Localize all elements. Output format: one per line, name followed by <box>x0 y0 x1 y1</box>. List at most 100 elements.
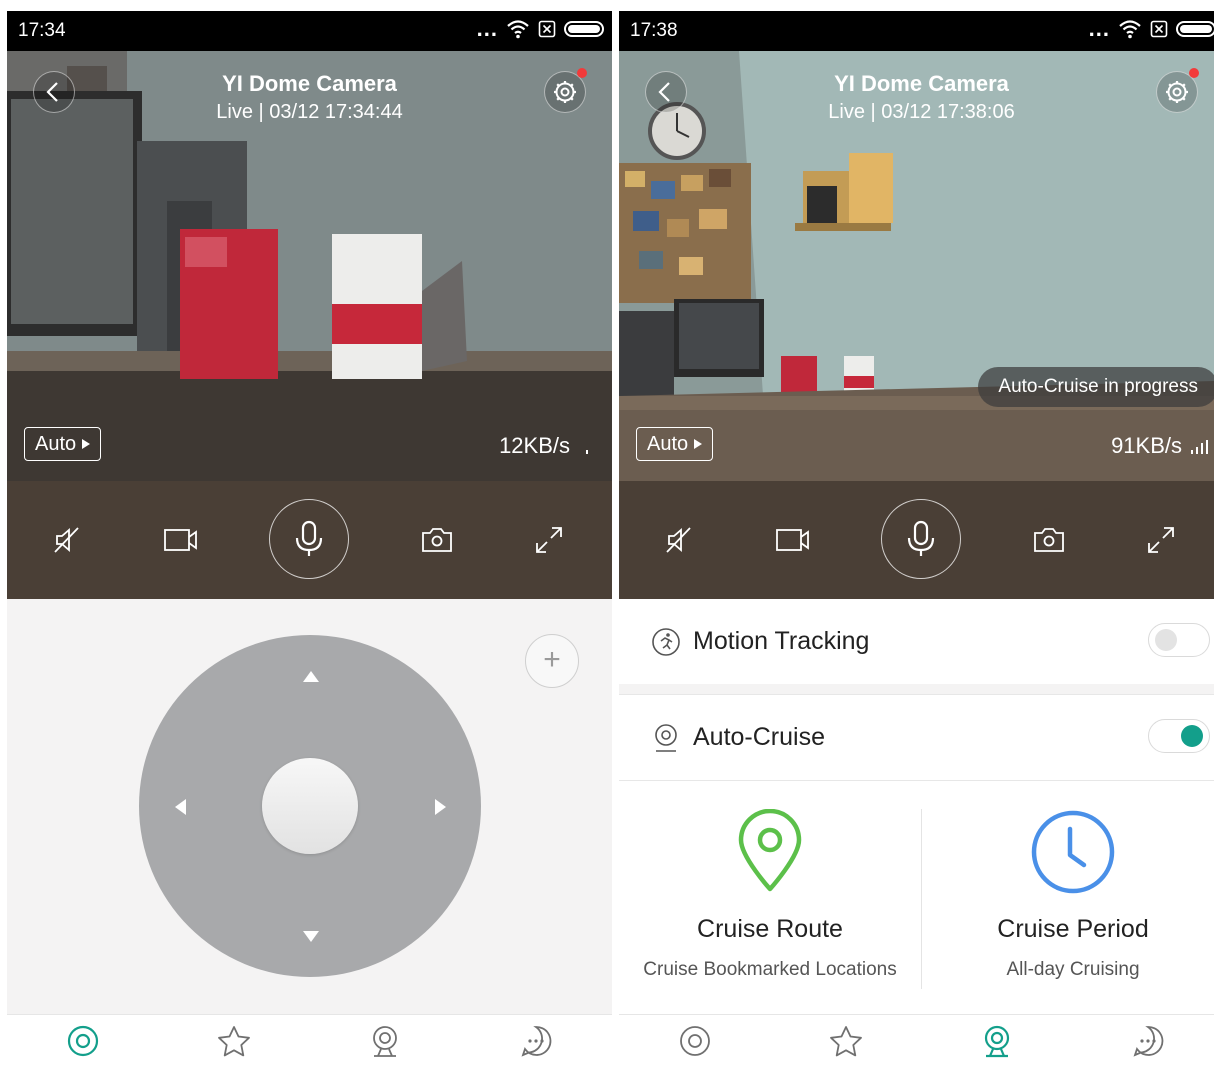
direction-pad-center[interactable] <box>262 758 358 854</box>
live-video[interactable]: YI Dome Camera Live | 03/12 17:38:06 Aut… <box>619 51 1214 481</box>
settings-button[interactable] <box>544 68 587 113</box>
video-camera-icon <box>164 529 197 551</box>
phone-screen-cruise: 17:38 ... YI Dome Camera Live | 03/12 17… <box>619 11 1214 1066</box>
gear-icon <box>1166 81 1188 103</box>
control-bar <box>619 481 1214 599</box>
status-bar: 17:38 ... <box>619 11 1214 51</box>
gear-icon <box>554 81 576 103</box>
webcam-icon <box>984 1025 1009 1058</box>
control-bar <box>7 481 612 599</box>
mute-button[interactable] <box>649 481 709 599</box>
more-dots-icon: ... <box>476 16 498 41</box>
tab-favorites[interactable] <box>770 1015 921 1066</box>
speaker-muted-icon <box>54 527 79 553</box>
mute-button[interactable] <box>37 481 97 599</box>
talk-button[interactable] <box>881 499 961 579</box>
toggle-knob <box>1181 725 1203 747</box>
sim-off-icon <box>538 20 556 38</box>
bitrate-speed: 91KB/s <box>1111 433 1182 458</box>
pan-right-icon[interactable] <box>435 799 446 815</box>
camera-icon <box>422 528 452 552</box>
live-video[interactable]: YI Dome Camera Live | 03/12 17:34:44 Aut… <box>7 51 612 481</box>
play-triangle-icon <box>694 439 703 449</box>
webcam-icon <box>655 724 677 752</box>
auto-cruise-label: Auto-Cruise <box>693 723 825 751</box>
speaker-muted-icon <box>666 527 691 553</box>
bitrate-speed: 12KB/s <box>499 433 570 458</box>
live-timestamp: Live | 03/12 17:38:06 <box>828 101 1015 123</box>
cruise-route-card[interactable]: Cruise Route Cruise Bookmarked Locations <box>619 781 921 1014</box>
cruise-settings: Cruise Route Cruise Bookmarked Locations… <box>619 781 1214 1014</box>
cruise-route-subtitle: Cruise Bookmarked Locations <box>643 959 897 980</box>
cruise-period-card[interactable]: Cruise Period All-day Cruising <box>922 781 1214 1014</box>
talk-button[interactable] <box>269 499 349 579</box>
pan-up-icon[interactable] <box>303 671 319 682</box>
location-pin-icon <box>738 809 802 892</box>
auto-cruise-toggle[interactable] <box>1148 719 1210 753</box>
more-dots-icon: ... <box>1088 16 1110 41</box>
wifi-icon <box>507 20 529 39</box>
play-triangle-icon <box>82 439 91 449</box>
signal-icon <box>1191 440 1208 454</box>
target-icon <box>679 1026 710 1056</box>
cruise-route-title: Cruise Route <box>697 915 843 943</box>
clock-icon <box>1031 810 1115 894</box>
chevron-left-icon <box>46 82 58 102</box>
chat-bubble-icon <box>521 1026 551 1057</box>
bottom-tab-bar <box>619 1014 1214 1066</box>
star-icon <box>829 1026 862 1057</box>
pan-down-icon[interactable] <box>303 931 319 942</box>
chat-bubble-icon <box>1133 1026 1163 1057</box>
quality-auto-button[interactable]: Auto <box>636 427 714 461</box>
motion-tracking-toggle[interactable] <box>1148 623 1210 657</box>
ptz-panel: + <box>7 599 612 1014</box>
target-icon <box>67 1025 98 1057</box>
tab-live-view[interactable] <box>619 1015 770 1066</box>
tab-messages[interactable] <box>460 1015 611 1066</box>
fullscreen-button[interactable] <box>1131 481 1191 599</box>
record-button[interactable] <box>151 481 211 599</box>
quality-label: Auto <box>647 433 689 455</box>
quality-auto-button[interactable]: Auto <box>24 427 102 461</box>
status-icons: ... <box>476 16 604 41</box>
video-camera-icon <box>776 529 809 551</box>
camera-title: YI Dome Camera <box>222 71 397 96</box>
snapshot-button[interactable] <box>407 481 467 599</box>
webcam-icon <box>372 1026 397 1057</box>
bottom-tab-bar <box>7 1014 612 1066</box>
status-bar: 17:34 ... <box>7 11 612 51</box>
back-button[interactable] <box>645 71 687 113</box>
tab-live-view[interactable] <box>7 1015 158 1066</box>
status-icons: ... <box>1088 16 1214 41</box>
wifi-icon <box>1119 20 1141 39</box>
tab-messages[interactable] <box>1072 1015 1214 1066</box>
tab-cruise[interactable] <box>309 1015 460 1066</box>
camera-icon <box>1034 528 1064 552</box>
notification-dot <box>577 68 587 78</box>
pan-left-icon[interactable] <box>175 799 186 815</box>
star-icon <box>217 1026 250 1057</box>
settings-button[interactable] <box>1156 68 1199 113</box>
fullscreen-button[interactable] <box>519 481 579 599</box>
camera-title: YI Dome Camera <box>834 71 1009 96</box>
status-time: 17:38 <box>630 20 678 41</box>
notification-dot <box>1189 68 1199 78</box>
battery-icon <box>564 21 604 37</box>
back-button[interactable] <box>33 71 75 113</box>
chevron-left-icon <box>658 82 670 102</box>
quality-label: Auto <box>35 433 77 455</box>
auto-cruise-row: Auto-Cruise <box>619 695 1214 780</box>
microphone-icon <box>295 520 323 556</box>
expand-icon <box>1148 527 1174 553</box>
plus-icon: + <box>543 643 561 676</box>
motion-tracking-label: Motion Tracking <box>693 627 870 655</box>
phone-screen-ptz: 17:34 ... YI Dome Camera Live | 03/12 17… <box>7 11 612 1066</box>
add-bookmark-button[interactable]: + <box>525 634 579 688</box>
direction-pad[interactable] <box>139 635 481 977</box>
toggle-knob <box>1155 629 1177 651</box>
battery-icon <box>1176 21 1214 37</box>
snapshot-button[interactable] <box>1019 481 1079 599</box>
record-button[interactable] <box>763 481 823 599</box>
tab-favorites[interactable] <box>158 1015 309 1066</box>
tab-cruise[interactable] <box>921 1015 1072 1066</box>
